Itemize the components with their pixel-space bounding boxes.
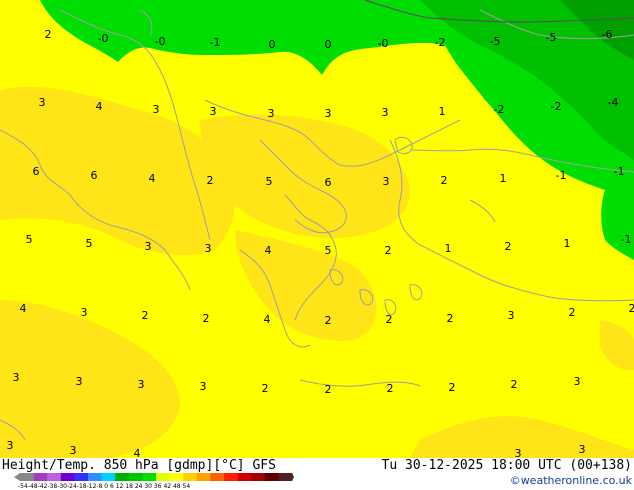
scale-swatch — [278, 473, 293, 481]
temperature-label: -2 — [494, 103, 505, 116]
temperature-label: 3 — [382, 106, 389, 119]
temperature-label: 2 — [262, 382, 269, 395]
temperature-label: -5 — [490, 35, 501, 48]
temperature-label: 6 — [91, 169, 98, 182]
temperature-label: 3 — [268, 107, 275, 120]
temperature-label: 5 — [266, 175, 273, 188]
temperature-label: 4 — [20, 302, 27, 315]
temperature-label: 4 — [134, 447, 141, 458]
temperature-label: 2 — [385, 244, 392, 257]
temperature-label: 0 — [325, 38, 332, 51]
temperature-label: 6 — [325, 176, 332, 189]
scale-swatch — [88, 473, 102, 481]
temperature-label: -1 — [621, 233, 632, 246]
temperature-label: -4 — [608, 96, 619, 109]
temperature-label: -1 — [556, 169, 567, 182]
temperature-label: 4 — [149, 172, 156, 185]
temperature-label: 2 — [45, 28, 52, 41]
temperature-label: 3 — [145, 240, 152, 253]
temperature-label: 2 — [325, 314, 332, 327]
scale-swatch — [210, 473, 225, 481]
temperature-label: 2 — [505, 240, 512, 253]
temperature-label: 6 — [33, 165, 40, 178]
temperature-label: 2 — [447, 312, 454, 325]
temperature-label: 2 — [207, 174, 214, 187]
scale-swatch — [74, 473, 89, 481]
temperature-label: -0 — [155, 35, 166, 48]
temperature-label: -5 — [546, 31, 557, 44]
scale-arrow-right — [292, 473, 294, 481]
temperature-label: 3 — [383, 175, 390, 188]
temperature-label: -0 — [378, 37, 389, 50]
scale-swatch — [169, 473, 184, 481]
temperature-label: -1 — [614, 165, 625, 178]
scale-swatch — [115, 473, 130, 481]
temperature-label: -2 — [435, 36, 446, 49]
temperature-label: 3 — [515, 447, 522, 458]
scale-swatch — [251, 473, 266, 481]
scale-arrow-left — [14, 473, 20, 481]
temperature-label: 3 — [574, 375, 581, 388]
scale-swatch — [101, 473, 116, 481]
temperature-label: 5 — [86, 237, 93, 250]
temperature-label: 3 — [153, 103, 160, 116]
temperature-label: 3 — [579, 443, 586, 456]
scale-swatch — [237, 473, 252, 481]
temperature-label: 3 — [325, 107, 332, 120]
temperature-label: 2 — [203, 312, 210, 325]
credit-link[interactable]: ©weatheronline.co.uk — [510, 474, 632, 487]
scale-swatch — [47, 473, 62, 481]
color-scale-ticks: -54-48-42-38-30-24-18-12-8 0 6 12 18 24 … — [18, 483, 191, 490]
scale-swatch — [224, 473, 238, 481]
temperature-label: 3 — [210, 105, 217, 118]
temperature-label: -2 — [551, 100, 562, 113]
valid-time: Tu 30-12-2025 18:00 UTC (00+138) — [381, 458, 632, 473]
temperature-label: 5 — [325, 244, 332, 257]
temperature-label: 2 — [511, 378, 518, 391]
temperature-label: 3 — [76, 375, 83, 388]
scale-swatch — [60, 473, 75, 481]
color-scale-bar — [14, 473, 294, 481]
temperature-label: -6 — [602, 28, 613, 41]
scale-swatch — [156, 473, 170, 481]
temperature-label: 1 — [439, 105, 446, 118]
temperature-label: 0 — [269, 38, 276, 51]
map-title: Height/Temp. 850 hPa [gdmp][°C] GFS — [2, 458, 276, 473]
temperature-label: 2 — [629, 302, 634, 315]
temperature-label: 3 — [200, 380, 207, 393]
scale-swatch — [264, 473, 279, 481]
temperature-label: 1 — [500, 172, 507, 185]
temperature-label: 4 — [265, 244, 272, 257]
scale-swatch — [196, 473, 211, 481]
temperature-label: 3 — [508, 309, 515, 322]
temperature-label: 2 — [142, 309, 149, 322]
temperature-label: -0 — [98, 32, 109, 45]
temperature-label: 2 — [387, 382, 394, 395]
temperature-label: 2 — [325, 383, 332, 396]
temperature-label: 2 — [386, 313, 393, 326]
scale-swatch — [33, 473, 48, 481]
temperature-label: 3 — [138, 378, 145, 391]
temperature-label: 3 — [7, 439, 14, 452]
temperature-label: 3 — [70, 444, 77, 457]
scale-swatch — [128, 473, 143, 481]
temperature-label: 1 — [445, 242, 452, 255]
temperature-label: 2 — [441, 174, 448, 187]
temperature-label: 1 — [564, 237, 571, 250]
temperature-label: 5 — [26, 233, 33, 246]
scale-swatch — [20, 473, 34, 481]
temperature-label: -1 — [210, 36, 221, 49]
weather-map: 2 -0 -0 -1 0 0 -0 -2 -5 -5 -6 3 4 3 3 3 3 3 1 -2 -2 -4 6 6 4 2 5 6 3… — [0, 0, 634, 458]
temperature-label: 4 — [264, 313, 271, 326]
temperature-label: 3 — [39, 96, 46, 109]
scale-swatch — [142, 473, 157, 481]
scale-swatch — [183, 473, 198, 481]
temperature-label: 4 — [96, 100, 103, 113]
temperature-label: 2 — [449, 381, 456, 394]
map-footer: Height/Temp. 850 hPa [gdmp][°C] GFS Tu 3… — [0, 458, 634, 490]
temperature-label: 3 — [205, 242, 212, 255]
temperature-label: 3 — [81, 306, 88, 319]
temperature-label: 2 — [569, 306, 576, 319]
temperature-label: 3 — [13, 371, 20, 384]
